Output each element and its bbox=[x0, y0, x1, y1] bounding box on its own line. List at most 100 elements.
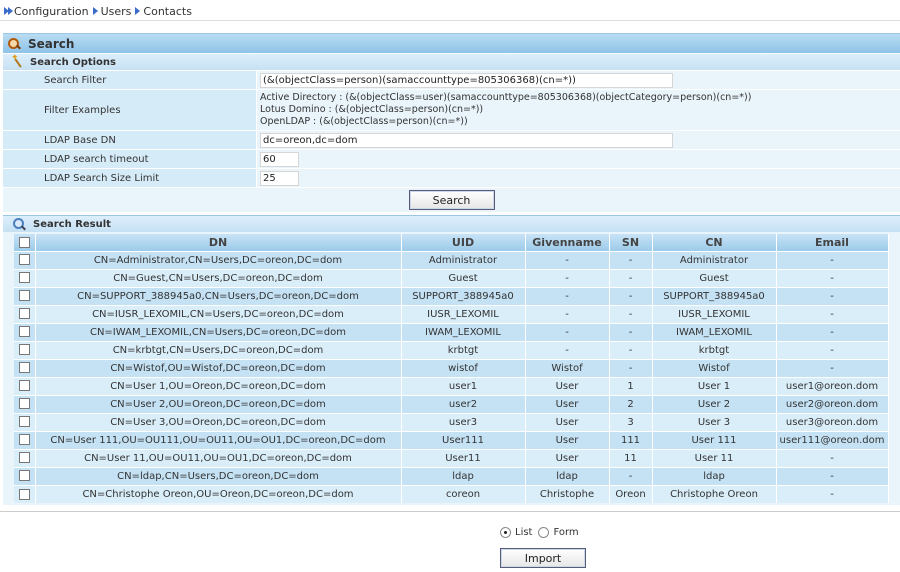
cell-sn: - bbox=[609, 250, 653, 269]
table-row[interactable]: CN=User 11,OU=OU11,OU=OU1,DC=oreon,DC=do… bbox=[14, 448, 889, 467]
search-filter-input[interactable] bbox=[260, 72, 673, 88]
row-select-cell bbox=[14, 304, 36, 323]
cell-email: - bbox=[776, 250, 889, 269]
row-checkbox[interactable] bbox=[18, 452, 30, 464]
breadcrumb-home-icon bbox=[4, 7, 13, 15]
cell-dn: CN=User 3,OU=Oreon,DC=oreon,DC=dom bbox=[35, 412, 402, 431]
table-row[interactable]: CN=IUSR_LEXOMIL,CN=Users,DC=oreon,DC=dom… bbox=[14, 304, 889, 323]
table-row[interactable]: CN=Guest,CN=Users,DC=oreon,DC=dom Guest - -… bbox=[14, 268, 889, 287]
table-row[interactable]: CN=User 1,OU=Oreon,DC=oreon,DC=dom user1 U… bbox=[14, 376, 889, 395]
table-row[interactable]: CN=User 111,OU=OU111,OU=OU11,OU=OU1,DC=o… bbox=[14, 430, 889, 449]
cell-givenname: User bbox=[525, 430, 610, 449]
breadcrumb-contacts[interactable]: Contacts bbox=[143, 5, 192, 18]
table-row[interactable]: CN=ldap,CN=Users,DC=oreon,DC=dom ldap ldap… bbox=[14, 466, 889, 485]
base-dn-label: LDAP Base DN bbox=[3, 131, 256, 149]
cell-sn: 3 bbox=[609, 412, 653, 431]
cell-email: - bbox=[776, 484, 889, 503]
row-select-cell bbox=[14, 448, 36, 467]
cell-dn: CN=Christophe Oreon,OU=Oreon,DC=oreon,DC… bbox=[35, 484, 402, 503]
table-row[interactable]: CN=krbtgt,CN=Users,DC=oreon,DC=dom krbtgt… bbox=[14, 340, 889, 359]
cell-uid: wistof bbox=[401, 358, 526, 377]
column-header-cn[interactable]: CN bbox=[652, 234, 777, 251]
cell-uid: Guest bbox=[401, 268, 526, 287]
row-checkbox[interactable] bbox=[18, 470, 30, 482]
cell-sn: 1 bbox=[609, 376, 653, 395]
cell-cn: IUSR_LEXOMIL bbox=[652, 304, 777, 323]
row-checkbox[interactable] bbox=[18, 416, 30, 428]
row-select-cell bbox=[14, 250, 36, 269]
table-row[interactable]: CN=IWAM_LEXOMIL,CN=Users,DC=oreon,DC=dom… bbox=[14, 322, 889, 341]
row-select-cell bbox=[14, 466, 36, 485]
row-select-cell bbox=[14, 322, 36, 341]
cell-cn: User 2 bbox=[652, 394, 777, 413]
table-row[interactable]: CN=SUPPORT_388945a0,CN=Users,DC=oreon,DC… bbox=[14, 286, 889, 305]
cell-givenname: User bbox=[525, 412, 610, 431]
table-row[interactable]: CN=Wistof,OU=Wistof,DC=oreon,DC=dom wisto… bbox=[14, 358, 889, 377]
cell-sn: - bbox=[609, 466, 653, 485]
cell-uid: SUPPORT_388945a0 bbox=[401, 286, 526, 305]
filter-example-openldap: OpenLDAP : (&(objectClass=person)(cn=*)) bbox=[260, 116, 468, 127]
column-header-dn[interactable]: DN bbox=[35, 234, 402, 251]
cell-sn: - bbox=[609, 322, 653, 341]
cell-dn: CN=Guest,CN=Users,DC=oreon,DC=dom bbox=[35, 268, 402, 287]
results-table: DN UID Givenname SN CN Email CN=Administ… bbox=[14, 234, 889, 503]
breadcrumb-configuration[interactable]: Configuration bbox=[14, 5, 89, 18]
select-all-checkbox[interactable] bbox=[18, 237, 30, 249]
row-checkbox[interactable] bbox=[18, 290, 30, 302]
list-radio[interactable] bbox=[500, 527, 511, 538]
row-checkbox[interactable] bbox=[18, 398, 30, 410]
row-checkbox[interactable] bbox=[18, 308, 30, 320]
base-dn-input[interactable] bbox=[260, 132, 673, 148]
column-header-email[interactable]: Email bbox=[776, 234, 889, 251]
timeout-input[interactable] bbox=[260, 151, 299, 167]
cell-dn: CN=ldap,CN=Users,DC=oreon,DC=dom bbox=[35, 466, 402, 485]
filter-examples-label: Filter Examples bbox=[3, 90, 256, 130]
cell-dn: CN=User 1,OU=Oreon,DC=oreon,DC=dom bbox=[35, 376, 402, 395]
search-result-header: Search Result bbox=[3, 215, 900, 232]
cell-uid: user2 bbox=[401, 394, 526, 413]
magic-wand-icon bbox=[11, 53, 25, 69]
row-checkbox[interactable] bbox=[18, 380, 30, 392]
filter-example-domino: Lotus Domino : (&(objectClass=person)(cn… bbox=[260, 104, 484, 115]
cell-dn: CN=Administrator,CN=Users,DC=oreon,DC=do… bbox=[35, 250, 402, 269]
size-limit-input[interactable] bbox=[260, 170, 299, 186]
breadcrumb-separator-icon bbox=[92, 7, 98, 15]
cell-uid: coreon bbox=[401, 484, 526, 503]
row-checkbox[interactable] bbox=[18, 434, 30, 446]
size-limit-row: LDAP Search Size Limit bbox=[3, 168, 900, 187]
cell-email: user2@oreon.dom bbox=[776, 394, 889, 413]
row-checkbox[interactable] bbox=[18, 362, 30, 374]
cell-givenname: - bbox=[525, 286, 610, 305]
row-select-cell bbox=[14, 412, 36, 431]
table-row[interactable]: CN=Administrator,CN=Users,DC=oreon,DC=do… bbox=[14, 250, 889, 269]
breadcrumb: Configuration Users Contacts bbox=[4, 3, 192, 19]
search-button[interactable]: Search bbox=[408, 190, 495, 210]
table-row[interactable]: CN=Christophe Oreon,OU=Oreon,DC=oreon,DC… bbox=[14, 484, 889, 503]
row-checkbox[interactable] bbox=[18, 254, 30, 266]
column-header-givenname[interactable]: Givenname bbox=[525, 234, 610, 251]
import-button[interactable]: Import bbox=[500, 548, 586, 568]
row-checkbox[interactable] bbox=[18, 326, 30, 338]
breadcrumb-separator-icon bbox=[135, 7, 141, 15]
cell-givenname: ldap bbox=[525, 466, 610, 485]
column-header-sn[interactable]: SN bbox=[609, 234, 653, 251]
cell-uid: ldap bbox=[401, 466, 526, 485]
cell-sn: - bbox=[609, 340, 653, 359]
cell-dn: CN=krbtgt,CN=Users,DC=oreon,DC=dom bbox=[35, 340, 402, 359]
row-checkbox[interactable] bbox=[18, 488, 30, 500]
row-checkbox[interactable] bbox=[18, 272, 30, 284]
cell-email: - bbox=[776, 304, 889, 323]
search-panel-header: Search bbox=[3, 33, 900, 53]
row-checkbox[interactable] bbox=[18, 344, 30, 356]
search-result-body: DN UID Givenname SN CN Email CN=Administ… bbox=[3, 232, 900, 505]
timeout-row: LDAP search timeout bbox=[3, 149, 900, 168]
cell-givenname: Christophe bbox=[525, 484, 610, 503]
table-row[interactable]: CN=User 3,OU=Oreon,DC=oreon,DC=dom user3 U… bbox=[14, 412, 889, 431]
table-row[interactable]: CN=User 2,OU=Oreon,DC=oreon,DC=dom user2 U… bbox=[14, 394, 889, 413]
column-header-uid[interactable]: UID bbox=[401, 234, 526, 251]
breadcrumb-users[interactable]: Users bbox=[101, 5, 132, 18]
cell-givenname: - bbox=[525, 304, 610, 323]
cell-sn: 11 bbox=[609, 448, 653, 467]
search-result-title: Search Result bbox=[33, 218, 111, 230]
form-radio[interactable] bbox=[538, 527, 550, 538]
